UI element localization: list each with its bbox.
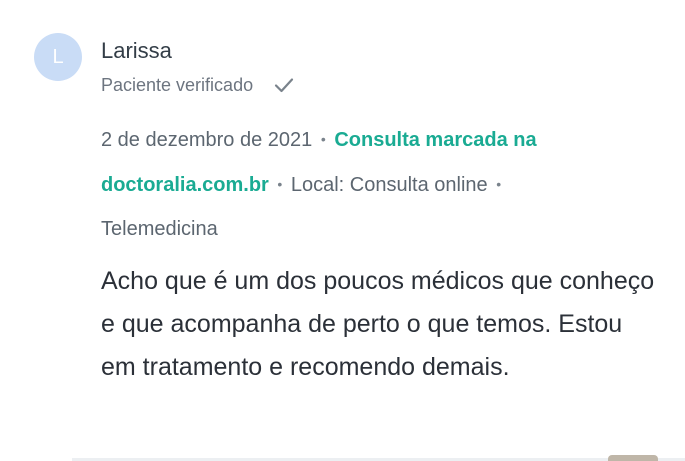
avatar: L bbox=[34, 33, 82, 81]
review-date: 2 de dezembro de 2021 bbox=[101, 129, 313, 151]
verified-label: Paciente verificado bbox=[101, 74, 254, 95]
review-service: Telemedicina bbox=[101, 218, 218, 240]
check-icon bbox=[274, 78, 294, 93]
review-location: Local: Consulta online bbox=[290, 174, 488, 196]
verified-badge: Paciente verificado bbox=[101, 72, 295, 98]
review-card: L Larissa Paciente verificado 2 de dezem… bbox=[0, 0, 685, 461]
meta-separator: • bbox=[277, 176, 283, 192]
booking-link-line-1: Consulta marcada na bbox=[334, 129, 537, 151]
author-name: Larissa bbox=[101, 38, 172, 63]
avatar-letter: L bbox=[52, 45, 64, 68]
meta-separator: • bbox=[320, 131, 326, 147]
review-meta: 2 de dezembro de 2021 • Consulta marcada… bbox=[101, 117, 601, 251]
booking-link-line-2: doctoralia.com.br bbox=[101, 174, 269, 196]
next-item-edge bbox=[608, 455, 658, 461]
review-text: Acho que é um dos poucos médicos que con… bbox=[101, 267, 655, 381]
meta-separator: • bbox=[496, 176, 502, 192]
